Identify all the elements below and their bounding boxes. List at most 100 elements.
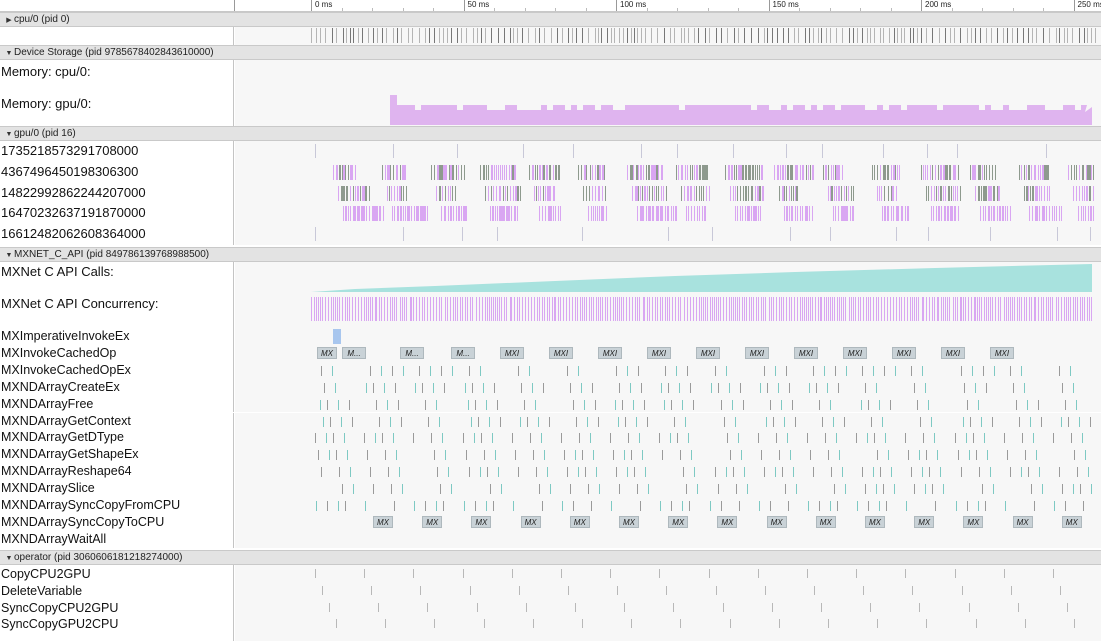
api-call-mark[interactable]	[462, 433, 464, 444]
gpu-kernel-slice[interactable]	[796, 206, 799, 222]
gpu-kernel-slice[interactable]	[552, 164, 554, 180]
api-call-mark[interactable]	[375, 433, 377, 444]
operator-mark[interactable]	[905, 569, 907, 578]
api-call-mark[interactable]	[344, 433, 345, 444]
api-call-mark[interactable]	[960, 467, 962, 478]
api-call-mark[interactable]	[809, 382, 810, 393]
api-call-mark[interactable]	[680, 450, 682, 461]
gpu-kernel-slice[interactable]	[445, 164, 447, 180]
cpu-slice[interactable]	[543, 28, 545, 43]
gpu-kernel-slice[interactable]	[841, 164, 844, 180]
api-call-mark[interactable]	[928, 399, 930, 410]
api-call-mark[interactable]	[943, 484, 945, 495]
cpu-slice[interactable]	[316, 28, 318, 43]
api-call-mark[interactable]	[758, 501, 760, 511]
operator-mark[interactable]	[771, 602, 773, 612]
gpu-kernel-slice[interactable]	[458, 206, 460, 222]
gpu-kernel-slice[interactable]	[825, 164, 827, 180]
gpu-kernel-slice[interactable]	[517, 185, 519, 201]
api-call-mark[interactable]	[473, 433, 475, 444]
gpu-kernel-slice[interactable]	[761, 164, 763, 180]
gpu-kernel-slice[interactable]	[786, 206, 788, 222]
sync-copy-to-cpu-slice[interactable]: MX	[422, 515, 443, 528]
cpu-slice[interactable]	[693, 28, 695, 43]
api-call-mark[interactable]	[528, 365, 530, 376]
api-call-mark[interactable]	[1009, 467, 1011, 478]
api-call-mark[interactable]	[613, 450, 615, 461]
operator-mark[interactable]	[778, 619, 780, 629]
api-call-mark[interactable]	[441, 365, 443, 376]
api-track-mxndarrayslice[interactable]: MXNDArraySlice	[0, 480, 1101, 497]
api-call-mark[interactable]	[677, 433, 679, 444]
api-call-mark[interactable]	[615, 399, 617, 410]
api-call-mark[interactable]	[387, 399, 389, 410]
gpu-kernel-slice[interactable]	[642, 164, 644, 180]
cpu-slice[interactable]	[597, 28, 599, 43]
api-call-mark[interactable]	[567, 467, 568, 478]
api-call-mark[interactable]	[856, 433, 858, 444]
api-call-mark[interactable]	[326, 433, 327, 444]
gpu-kernel-slice[interactable]	[559, 206, 562, 222]
api-call-slices[interactable]	[235, 463, 1101, 481]
cpu-slice[interactable]	[607, 28, 609, 43]
api-call-mark[interactable]	[526, 416, 528, 427]
cpu-slice[interactable]	[1091, 28, 1093, 43]
gpu-kernel-slice[interactable]	[590, 206, 593, 222]
gpu-kernel-slice[interactable]	[1092, 185, 1094, 201]
api-call-mark[interactable]	[630, 382, 632, 393]
gpu-kernel-slice[interactable]	[338, 185, 340, 201]
gpu-kernel-slice[interactable]	[493, 164, 495, 180]
api-call-mark[interactable]	[966, 501, 968, 511]
gpu-kernel-slice[interactable]	[1048, 185, 1051, 201]
api-call-mark[interactable]	[922, 365, 924, 376]
api-call-mark[interactable]	[321, 467, 322, 478]
operator-mark[interactable]	[315, 569, 316, 578]
gpu-kernel-slice[interactable]	[699, 164, 701, 180]
gpu-kernel-slice[interactable]	[959, 185, 962, 201]
cpu-slice[interactable]	[893, 28, 895, 43]
gpu-kernel-slice[interactable]	[537, 185, 540, 201]
gpu-stream-track[interactable]: 16612482062608364000	[0, 224, 1101, 245]
gpu-kernel-slice[interactable]	[790, 227, 792, 242]
api-call-mark[interactable]	[873, 365, 875, 376]
api-call-mark[interactable]	[920, 416, 922, 427]
operator-mark[interactable]	[483, 619, 485, 629]
invoke-cached-op-slice[interactable]: MXI	[794, 346, 818, 359]
gpu-kernel-slice[interactable]	[884, 164, 886, 180]
api-call-slices[interactable]	[235, 480, 1101, 497]
cpu-slice[interactable]	[1095, 28, 1097, 43]
gpu-kernel-slice[interactable]	[802, 164, 804, 180]
cpu-slices-area[interactable]	[235, 27, 1101, 45]
api-call-mark[interactable]	[468, 467, 470, 478]
gpu-kernel-slice[interactable]	[404, 206, 407, 222]
api-call-mark[interactable]	[588, 484, 589, 495]
cpu-slice[interactable]	[1006, 28, 1008, 43]
gpu-kernel-slice[interactable]	[979, 164, 981, 180]
gpu-kernel-slice[interactable]	[1020, 164, 1022, 180]
cpu-slice[interactable]	[517, 28, 519, 43]
cpu-slice[interactable]	[688, 28, 690, 43]
api-call-mark[interactable]	[561, 433, 562, 444]
api-call-mark[interactable]	[670, 433, 672, 444]
cpu-slice[interactable]	[331, 28, 333, 43]
api-call-mark[interactable]	[659, 433, 661, 444]
gpu-kernel-slice[interactable]	[993, 185, 995, 201]
api-call-mark[interactable]	[390, 416, 392, 427]
operator-mark[interactable]	[1003, 569, 1005, 578]
api-call-mark[interactable]	[830, 399, 831, 410]
api-call-mark[interactable]	[627, 365, 629, 376]
gpu-kernel-slice[interactable]	[1006, 206, 1009, 222]
gpu-kernel-slice[interactable]	[779, 164, 782, 180]
sync-copy-to-cpu-slice[interactable]: MX	[1061, 515, 1082, 528]
gpu-kernel-slice[interactable]	[345, 206, 347, 222]
api-call-mark[interactable]	[1003, 433, 1005, 444]
gpu-kernel-slice[interactable]	[687, 185, 689, 201]
api-call-mark[interactable]	[491, 433, 493, 444]
api-call-mark[interactable]	[593, 450, 594, 461]
api-call-mark[interactable]	[452, 365, 454, 376]
api-call-mark[interactable]	[517, 467, 519, 478]
api-call-mark[interactable]	[532, 450, 534, 461]
api-call-mark[interactable]	[985, 382, 987, 393]
gpu-kernel-slice[interactable]	[742, 185, 744, 201]
api-call-mark[interactable]	[911, 365, 913, 376]
